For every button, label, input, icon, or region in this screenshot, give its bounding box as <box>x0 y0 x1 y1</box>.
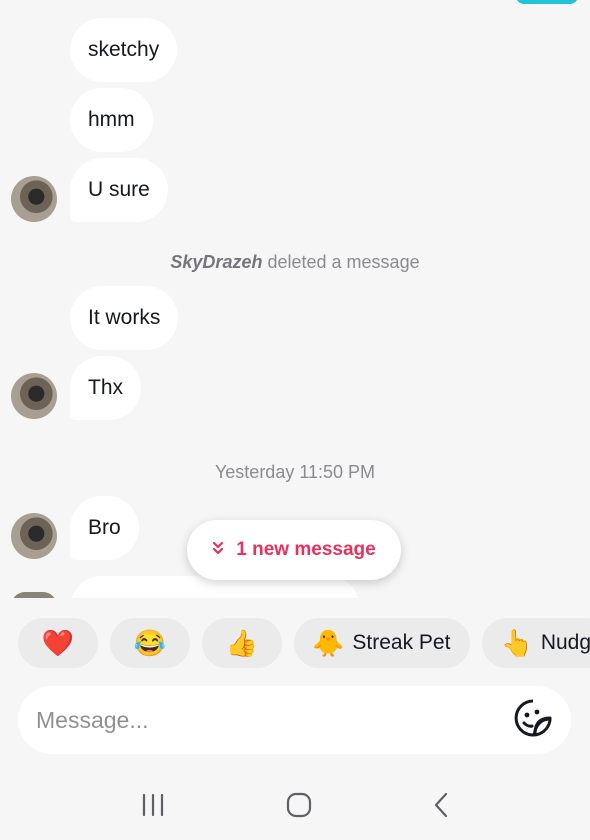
notice-action: deleted a message <box>267 252 420 272</box>
quick-reply-heart[interactable]: ❤️ <box>18 618 98 668</box>
quick-reply-laughing[interactable]: 😂 <box>110 618 190 668</box>
message-bubble[interactable]: hmm <box>70 88 153 152</box>
quick-reply-streak-pet[interactable]: 🐥 Streak Pet <box>294 618 471 668</box>
quick-reply-nudge[interactable]: 👆 Nudg <box>482 618 590 668</box>
heart-icon: ❤️ <box>41 627 75 658</box>
message-text: hmm <box>88 108 135 131</box>
message-text: It works <box>88 306 161 329</box>
message-text: Thx <box>88 376 124 399</box>
message-bubble[interactable]: Thx <box>70 356 142 420</box>
message-bubble[interactable]: It works <box>70 286 179 350</box>
message-bubble[interactable]: U sure <box>70 158 168 222</box>
avatar[interactable] <box>11 176 57 222</box>
message-text: U sure <box>88 178 150 201</box>
double-chevron-down-icon <box>212 541 224 559</box>
message-bubble[interactable]: Bro <box>70 496 139 560</box>
avatar[interactable] <box>11 513 57 559</box>
new-message-button[interactable]: 1 new message <box>187 520 401 580</box>
avatar[interactable] <box>11 373 57 419</box>
back-icon[interactable] <box>432 792 450 818</box>
quick-reply-thumbs-up[interactable]: 👍 <box>202 618 282 668</box>
timestamp-divider: Yesterday 11:50 PM <box>214 462 376 482</box>
message-composer <box>18 686 571 754</box>
chip-label: Streak Pet <box>352 631 451 654</box>
message-text: Bro <box>88 516 121 539</box>
system-navigation-bar <box>0 770 590 840</box>
pointing-hand-icon: 👆 <box>500 627 533 658</box>
top-status-badge <box>516 0 578 4</box>
system-notice: SkyDrazeh deleted a message <box>0 252 590 273</box>
laughing-emoji-icon: 😂 <box>133 627 167 658</box>
chip-label: Nudg <box>540 631 590 654</box>
sticker-icon[interactable] <box>513 698 553 743</box>
message-bubble[interactable]: sketchy <box>70 18 178 82</box>
home-icon[interactable] <box>286 792 312 818</box>
streak-pet-icon: 🐥 <box>312 627 345 658</box>
thumbs-up-icon: 👍 <box>225 627 259 658</box>
recents-icon[interactable] <box>140 793 166 817</box>
notice-username: SkyDrazeh <box>170 252 263 272</box>
message-text: sketchy <box>88 38 160 61</box>
quick-reply-bar: ❤️ 😂 👍 🐥 Streak Pet 👆 Nudg <box>18 618 590 668</box>
new-message-label: 1 new message <box>236 539 376 560</box>
message-input[interactable] <box>36 706 513 734</box>
